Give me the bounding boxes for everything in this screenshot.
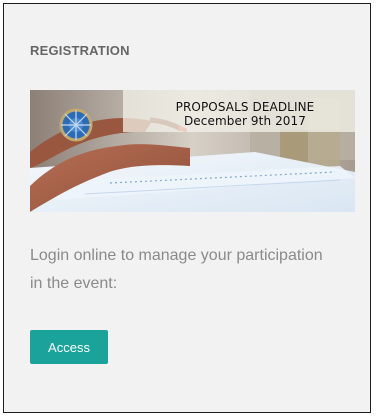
proposals-deadline-banner: PROPOSALS DEADLINE December 9th 2017	[30, 90, 355, 212]
banner-date: December 9th 2017	[183, 114, 307, 128]
registration-heading: REGISTRATION	[30, 43, 130, 58]
banner-caption: PROPOSALS DEADLINE December 9th 2017	[150, 100, 340, 128]
registration-panel: REGISTRATION PROPOSALS DEADLINE December…	[3, 3, 371, 413]
banner-title: PROPOSALS DEADLINE	[175, 100, 315, 114]
access-button[interactable]: Access	[30, 330, 108, 364]
registration-description: Login online to manage your participatio…	[30, 247, 323, 292]
